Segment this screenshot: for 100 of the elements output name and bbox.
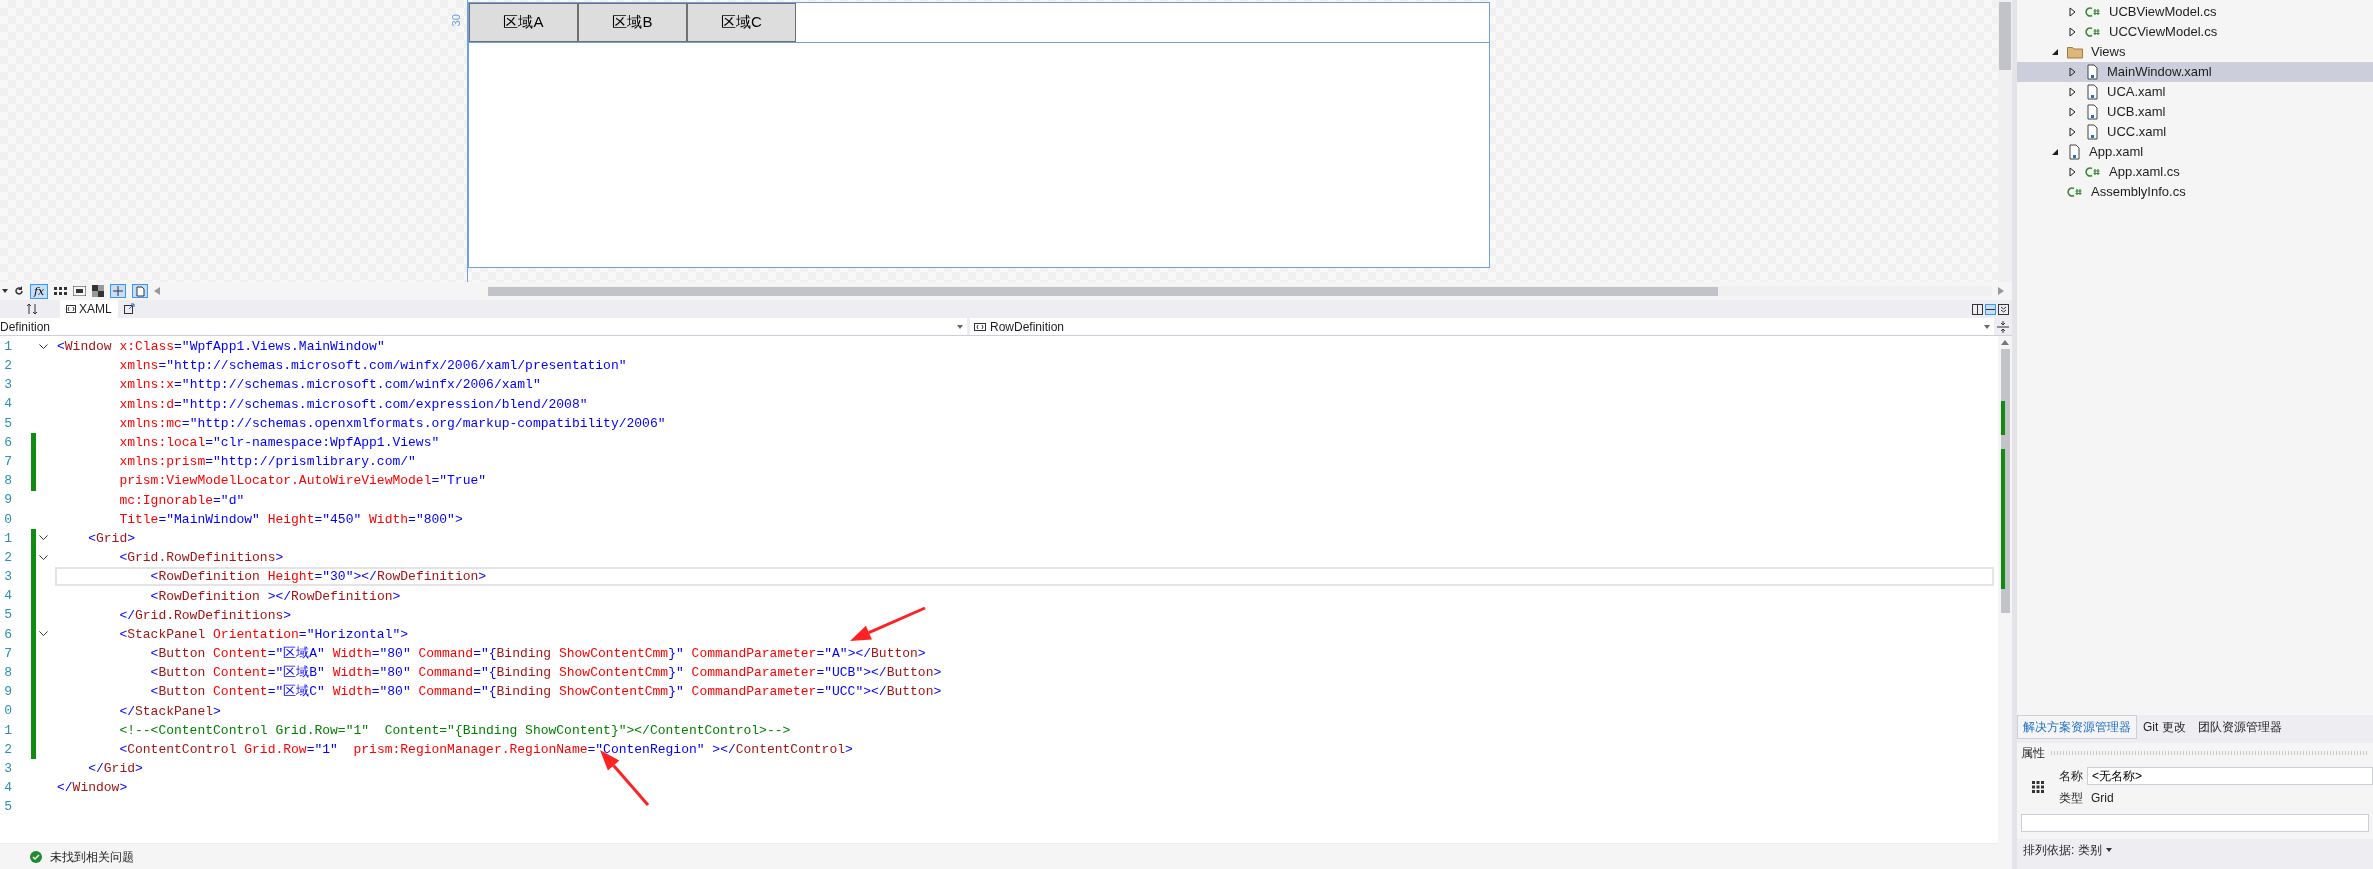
refresh-icon[interactable] (14, 286, 24, 296)
collapsed-arrow-icon[interactable] (2069, 67, 2077, 77)
split-icon[interactable] (1997, 321, 2009, 333)
dropdown-arrow-icon[interactable] (2, 289, 8, 293)
code-line: mc:Ignorable="d" (118, 492, 245, 508)
line-number: 5 (3, 606, 12, 625)
csharp-file-icon (2085, 166, 2101, 178)
scrollbar-thumb[interactable] (2000, 349, 2010, 613)
fold-chevron-icon[interactable] (38, 554, 48, 561)
code-line: <Window x:Class="WpfApp1.Views.MainWindow" (57, 339, 385, 355)
sort-label[interactable]: 排列依据: 类别 (2023, 841, 2102, 859)
collapse-pane-icon[interactable] (1998, 304, 2009, 315)
expanded-arrow-icon[interactable] (2051, 47, 2059, 57)
tree-item[interactable]: App.xaml.cs (2017, 162, 2373, 182)
line-number: 8 (3, 664, 12, 683)
panel-tab[interactable]: Git 更改 (2137, 715, 2192, 739)
line-number: 8 (3, 472, 12, 491)
csharp-file-icon (2085, 26, 2101, 38)
line-number: 6 (3, 433, 12, 452)
designer-button[interactable]: 区域C (687, 3, 796, 42)
line-number: 1 (3, 337, 12, 356)
code-line: xmlns:local="clr-namespace:WpfApp1.Views" (118, 435, 440, 451)
collapsed-arrow-icon[interactable] (2069, 7, 2077, 17)
fold-chevron-icon[interactable] (38, 343, 48, 350)
fold-chevron-icon[interactable] (38, 535, 48, 542)
code-line: <Grid> (87, 530, 136, 546)
fold-chevron-icon[interactable] (38, 631, 48, 638)
collapsed-arrow-icon[interactable] (2069, 167, 2077, 177)
code-line: </Grid.RowDefinitions> (118, 607, 292, 623)
element-dropdown[interactable]: RowDefinition (970, 318, 1994, 335)
designer-button[interactable]: 区域B (578, 3, 687, 42)
collapsed-arrow-icon[interactable] (2069, 87, 2077, 97)
snap-icon[interactable] (110, 284, 127, 298)
check-circle-icon (30, 850, 42, 863)
split-vertical-icon[interactable] (1972, 304, 1983, 315)
panel-tab[interactable]: 团队资源管理器 (2191, 715, 2288, 739)
xaml-file-icon (2067, 144, 2081, 160)
editor-tab[interactable]: XAML (60, 300, 118, 318)
grid-icon[interactable] (73, 286, 87, 296)
dropdown-arrow-icon[interactable] (2105, 848, 2112, 852)
expanded-arrow-icon[interactable] (2051, 147, 2059, 157)
line-number: 9 (3, 683, 12, 702)
code-line: <ContentControl Grid.Row="1" prism:RegionManager.RegionName="ContenRegion" ></ContentControl> (118, 742, 853, 758)
scroll-left-icon[interactable] (154, 287, 161, 295)
panel-tab[interactable]: 解决方案资源管理器 (2017, 715, 2137, 739)
line-number: 3 (3, 759, 12, 778)
tree-item[interactable]: AssemblyInfo.cs (2017, 182, 2373, 202)
line-number: 2 (3, 357, 12, 376)
code-line: <RowDefinition Height="30"></RowDefinition> (149, 569, 487, 585)
tree-item[interactable]: UCB.xaml (2017, 102, 2373, 122)
xaml-file-icon (2085, 64, 2099, 80)
collapsed-arrow-icon[interactable] (2069, 27, 2077, 37)
tree-item[interactable]: UCA.xaml (2017, 82, 2373, 102)
grid-icon (2032, 781, 2044, 793)
document-icon[interactable] (132, 284, 149, 298)
name-field[interactable]: <无名称> (2087, 767, 2373, 785)
folder-icon (2067, 45, 2083, 59)
line-number: 2 (3, 548, 12, 567)
scrollbar-thumb[interactable] (1999, 2, 2011, 70)
tree-item[interactable]: App.xaml (2017, 142, 2373, 162)
dropdown-arrow-icon (1984, 324, 1990, 329)
csharp-file-icon (2067, 186, 2083, 198)
line-number: 7 (3, 644, 12, 663)
tree-item[interactable]: UCBViewModel.cs (2017, 2, 2373, 22)
line-number: 7 (3, 452, 12, 471)
collapsed-arrow-icon[interactable] (2069, 127, 2077, 137)
swap-icon[interactable] (26, 303, 38, 315)
code-line: <Grid.RowDefinitions> (118, 550, 284, 566)
checker-icon[interactable] (92, 285, 105, 297)
tree-item[interactable]: Views (2017, 42, 2373, 62)
line-number: 6 (3, 625, 12, 644)
code-line: xmlns:prism="http://prismlibrary.com/" (118, 454, 416, 470)
xaml-file-icon (2085, 84, 2099, 100)
tree-item[interactable]: UCC.xaml (2017, 122, 2373, 142)
collapsed-arrow-icon[interactable] (2069, 107, 2077, 117)
xaml-file-icon (2085, 124, 2099, 140)
scroll-up-icon[interactable] (2001, 340, 2009, 345)
line-number: 9 (3, 491, 12, 510)
popout-icon[interactable] (123, 303, 135, 314)
designer-button[interactable]: 区域A (469, 3, 578, 42)
formula-button[interactable]: fx (30, 283, 49, 299)
search-field[interactable] (2021, 814, 2369, 832)
tree-item[interactable]: UCCViewModel.cs (2017, 22, 2373, 42)
code-line: prism:ViewModelLocator.AutoWireViewModel="True" (118, 473, 487, 489)
line-number: 4 (3, 395, 12, 414)
member-dropdown[interactable]: Definition (0, 318, 967, 335)
ruler-label: 30 (449, 14, 464, 27)
code-line: </StackPanel> (118, 703, 221, 719)
tree-item[interactable]: MainWindow.xaml (2017, 62, 2373, 82)
split-horizontal-icon[interactable] (1985, 304, 1996, 315)
scrollbar-thumb[interactable] (488, 286, 1719, 296)
code-line: <Button Content="区域B" Width="80" Command="{Binding ShowContentCmm}" CommandParameter="UCB"></Button> (149, 665, 942, 681)
line-number: 0 (3, 702, 12, 721)
line-number: 4 (3, 587, 12, 606)
grid-icon[interactable] (54, 286, 68, 296)
xaml-file-icon (2085, 104, 2099, 120)
scroll-right-icon[interactable] (1998, 287, 2004, 295)
code-line: xmlns="http://schemas.microsoft.com/winfx/2006/xaml/presentation" (118, 358, 627, 374)
code-line: </Grid> (87, 761, 143, 777)
line-number: 2 (3, 740, 12, 759)
